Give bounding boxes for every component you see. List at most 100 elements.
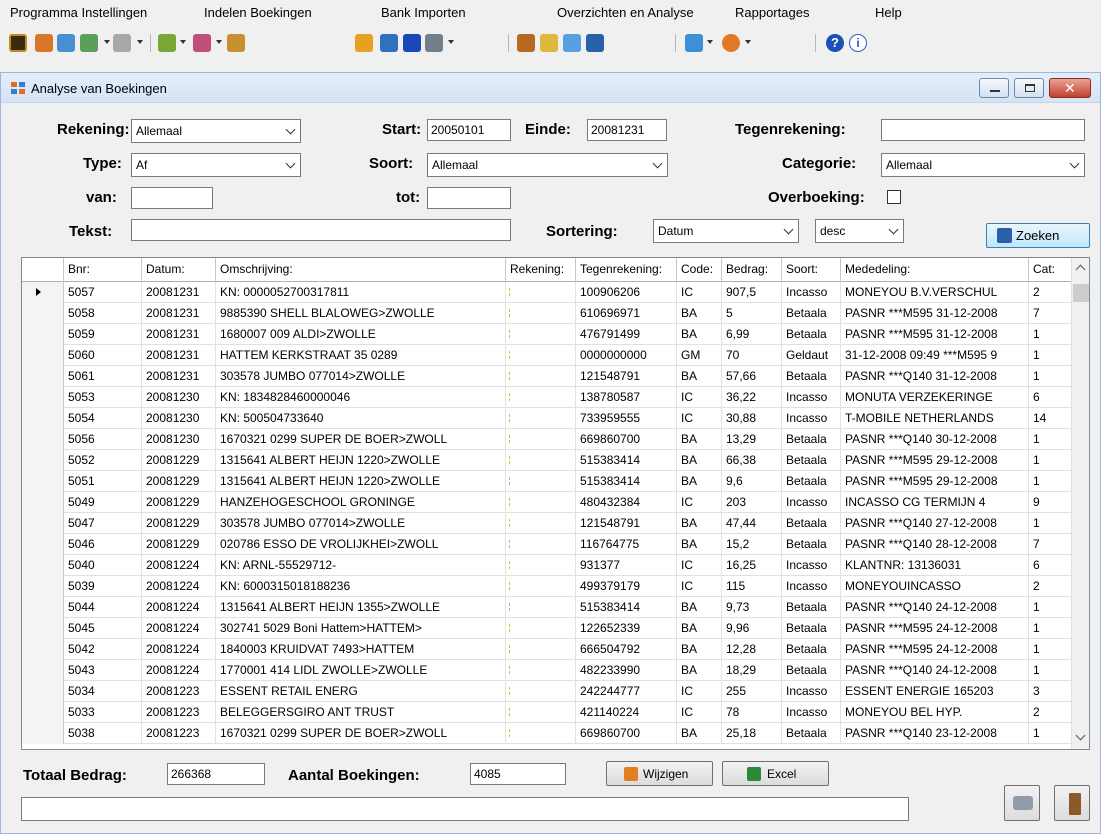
table-cell[interactable]: 5059 [64,324,142,345]
column-header[interactable]: Rekening: [506,258,576,282]
table-row[interactable]: 5033 20081223 BELEGGERSGIRO ANT TRUST 42114… [22,702,1072,723]
table-cell[interactable]: 20081224 [142,597,216,618]
table-cell[interactable] [506,387,576,408]
table-cell[interactable]: 5058 [64,303,142,324]
einde-date-field[interactable]: 20081231 [587,119,667,141]
table-cell[interactable]: KLANTNR: 13136031 [841,555,1029,576]
maximize-button[interactable] [1014,78,1044,98]
table-cell[interactable]: 203 [722,492,782,513]
table-row[interactable]: 5043 20081224 1770001 414 LIDL ZWOLLE>ZWOL… [22,660,1072,681]
chevron-down-icon[interactable] [216,40,222,44]
table-cell[interactable]: BA [677,429,722,450]
table-cell[interactable]: 20081223 [142,681,216,702]
table-cell[interactable]: 5052 [64,450,142,471]
table-cell[interactable]: Incasso [782,576,841,597]
table-cell[interactable]: KN: 6000315018188236 [216,576,506,597]
table-cell[interactable]: 5054 [64,408,142,429]
table-row[interactable]: 5053 20081230 KN: 1834828460000046 13878058… [22,387,1072,408]
wijzigen-button[interactable]: Wijzigen [606,761,713,786]
table-cell[interactable]: PASNR ***M595 29-12-2008 [841,471,1029,492]
boekingen-grid[interactable]: Bnr: Datum: Omschrijving: Rekening: Tegenrek… [21,257,1090,750]
table-cell[interactable]: 5060 [64,345,142,366]
table-cell[interactable] [506,345,576,366]
chevron-down-icon[interactable] [707,40,713,44]
table-row[interactable]: 5060 20081231 HATTEM KERKSTRAAT 35 0289 000… [22,345,1072,366]
database-icon[interactable] [9,34,27,52]
table-cell[interactable]: Incasso [782,408,841,429]
table-cell[interactable]: BA [677,597,722,618]
table-cell[interactable]: 5040 [64,555,142,576]
table-cell[interactable]: 20081223 [142,702,216,723]
table-cell[interactable]: HANZEHOGESCHOOL GRONINGE [216,492,506,513]
tegenrekening-field[interactable] [881,119,1085,141]
table-cell[interactable] [506,471,576,492]
row-header[interactable] [22,492,64,513]
table-cell[interactable] [506,303,576,324]
table-cell[interactable]: 30,88 [722,408,782,429]
table-cell[interactable]: 1 [1029,471,1072,492]
coins-icon[interactable] [540,34,558,52]
bank-icon[interactable] [35,34,53,52]
table-cell[interactable] [506,618,576,639]
info-icon[interactable]: i [849,34,867,52]
table-cell[interactable] [506,492,576,513]
chevron-down-icon[interactable] [448,40,454,44]
table-cell[interactable] [506,597,576,618]
table-row[interactable]: 5057 20081231 KN: 0000052700317811 10090620… [22,282,1072,303]
table-cell[interactable]: 66,38 [722,450,782,471]
rekening-select[interactable]: Allemaal [131,119,301,143]
row-header[interactable] [22,555,64,576]
table-cell[interactable]: 1315641 ALBERT HEIJN 1355>ZWOLLE [216,597,506,618]
table-row[interactable]: 5059 20081231 1680007 009 ALDI>ZWOLLE 47679… [22,324,1072,345]
table-cell[interactable]: 47,44 [722,513,782,534]
table-cell[interactable]: 242244777 [576,681,677,702]
piggybank-icon[interactable] [193,34,211,52]
table-cell[interactable]: PASNR ***Q140 24-12-2008 [841,660,1029,681]
table-cell[interactable]: BA [677,534,722,555]
table-cell[interactable]: IC [677,576,722,597]
table-cell[interactable]: 20081230 [142,387,216,408]
table-cell[interactable]: Betaala [782,597,841,618]
calculator-icon[interactable] [425,34,443,52]
row-header[interactable] [22,639,64,660]
table-cell[interactable]: 5045 [64,618,142,639]
table-row[interactable]: 5056 20081230 1670321 0299 SUPER DE BOER>Z… [22,429,1072,450]
table-cell[interactable]: BELEGGERSGIRO ANT TRUST [216,702,506,723]
row-header[interactable] [22,345,64,366]
table-row[interactable]: 5047 20081229 303578 JUMBO 077014>ZWOLLE 12… [22,513,1072,534]
table-cell[interactable]: 20081230 [142,429,216,450]
table-cell[interactable]: 138780587 [576,387,677,408]
table-cell[interactable]: 480432384 [576,492,677,513]
column-header[interactable]: Omschrijving: [216,258,506,282]
table-cell[interactable]: Betaala [782,366,841,387]
row-header[interactable] [22,534,64,555]
table-cell[interactable]: 302741 5029 Boni Hattem>HATTEM> [216,618,506,639]
table-cell[interactable]: 5056 [64,429,142,450]
scroll-down-icon[interactable] [1075,730,1086,741]
table-cell[interactable]: 36,22 [722,387,782,408]
table-cell[interactable] [506,408,576,429]
table-cell[interactable]: 20081224 [142,618,216,639]
sort-direction-select[interactable]: desc [815,219,904,243]
table-cell[interactable]: KN: 0000052700317811 [216,282,506,303]
table-cell[interactable]: 20081223 [142,723,216,744]
table-cell[interactable]: 20081229 [142,471,216,492]
table-cell[interactable]: 121548791 [576,366,677,387]
table-cell[interactable]: Betaala [782,303,841,324]
table-cell[interactable]: 1680007 009 ALDI>ZWOLLE [216,324,506,345]
table-cell[interactable]: Betaala [782,471,841,492]
table-cell[interactable]: PASNR ***Q140 24-12-2008 [841,597,1029,618]
table-cell[interactable]: 499379179 [576,576,677,597]
table-cell[interactable] [506,723,576,744]
table-cell[interactable]: PASNR ***M595 29-12-2008 [841,450,1029,471]
table-cell[interactable]: 7 [1029,534,1072,555]
table-cell[interactable]: 5034 [64,681,142,702]
help-icon[interactable]: ? [826,34,844,52]
table-cell[interactable]: BA [677,303,722,324]
table-cell[interactable]: 116764775 [576,534,677,555]
table-cell[interactable]: 20081224 [142,639,216,660]
table-cell[interactable]: 20081231 [142,282,216,303]
row-header[interactable] [22,576,64,597]
table-cell[interactable] [506,576,576,597]
table-cell[interactable]: IC [677,702,722,723]
